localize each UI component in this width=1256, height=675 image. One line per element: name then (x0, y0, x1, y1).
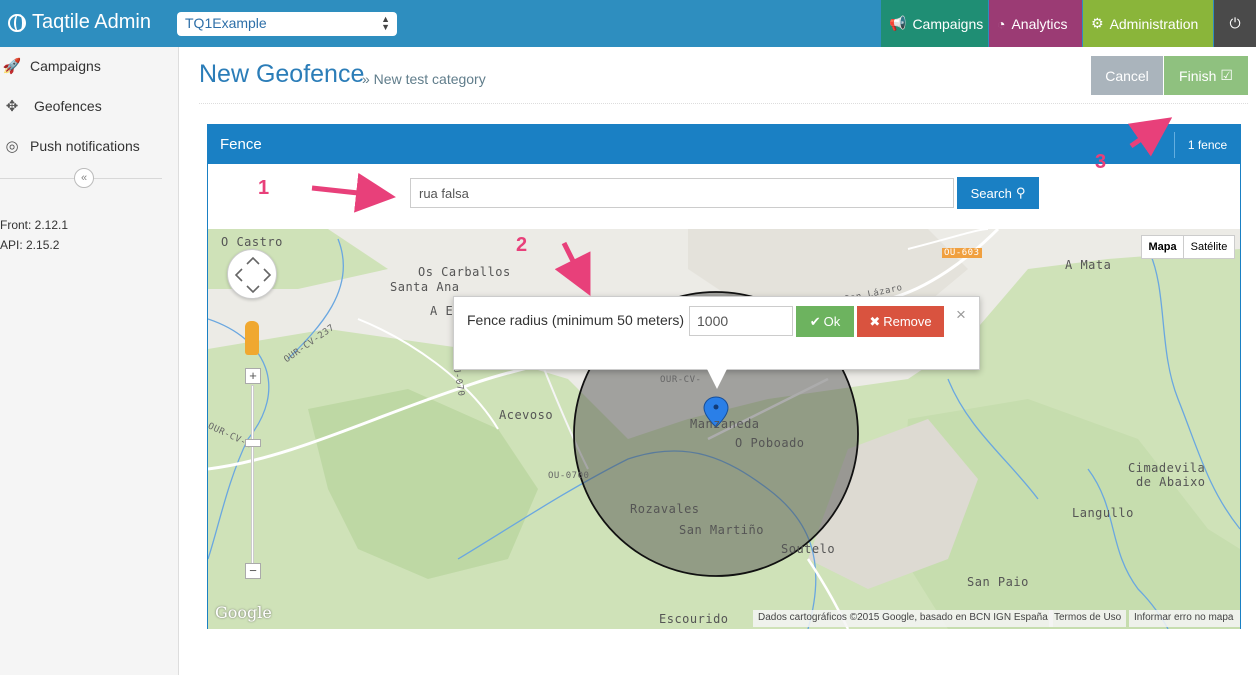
map-type-map-label: Mapa (1148, 241, 1177, 253)
annotation-number: 2 (516, 234, 528, 256)
report-error-link[interactable]: Informar erro no mapa (1129, 610, 1240, 627)
check-square-icon: ☑ (1220, 67, 1233, 83)
target-icon: ◎ (5, 138, 19, 155)
map-label: San Paio (967, 575, 1029, 589)
address-search-input[interactable] (410, 178, 954, 208)
nav-analytics-label: Analytics (1011, 15, 1068, 32)
cancel-label: Cancel (1105, 67, 1149, 84)
road-label: OU-0700 (548, 471, 590, 481)
map[interactable]: O Castro Os Carballos Santa Ana A E Acev… (208, 229, 1240, 629)
map-label: Santa Ana (390, 280, 460, 294)
annotation-number: 1 (258, 177, 270, 199)
search-icon: ⚲ (1015, 185, 1026, 200)
top-navbar: Taqtile Admin TQ1Example ▲ ▼ 📢 Campaigns … (0, 0, 1256, 47)
power-icon: ⏻ (1229, 15, 1241, 31)
collapse-sidebar-button[interactable]: « (74, 168, 94, 188)
front-version: Front: 2.12.1 (0, 218, 69, 232)
fence-radius-label: Fence radius (minimum 50 meters) (467, 312, 685, 328)
map-label: A Mata (1065, 258, 1112, 272)
close-icon[interactable]: × (956, 305, 966, 325)
breadcrumb: » New test category (362, 71, 486, 87)
zoom-handle[interactable] (245, 439, 261, 447)
map-label: Soutelo (781, 542, 836, 556)
google-logo: Google (215, 603, 272, 622)
map-label: A E (430, 304, 454, 318)
map-label: Manzaneda (690, 417, 760, 431)
sidebar: 🚀 Campaigns ✥ Geofences ◎ Push notificat… (0, 47, 179, 675)
nav-campaigns[interactable]: 📢 Campaigns (881, 0, 988, 47)
zoom-out-button[interactable]: − (245, 563, 261, 579)
zoom-slider[interactable] (251, 385, 254, 565)
pan-arrows-icon (234, 256, 272, 294)
nav-administration-label: Administration (1109, 15, 1199, 32)
brand-name: Taqtile Admin (32, 11, 151, 33)
cancel-button[interactable]: Cancel (1091, 56, 1163, 95)
search-label: Search (970, 185, 1012, 201)
page-title: New Geofence (199, 60, 365, 88)
sidebar-item-label: Geofences (34, 98, 102, 114)
map-label: Langullo (1072, 506, 1134, 520)
megaphone-icon: 📢 (889, 15, 907, 31)
select-arrows-icon: ▲ ▼ (381, 14, 390, 32)
popup-tail (707, 369, 727, 389)
nav-campaigns-label: Campaigns (912, 15, 984, 32)
globe-icon (8, 13, 26, 32)
sidebar-item-label: Push notifications (30, 138, 140, 154)
fence-radius-popup: Fence radius (minimum 50 meters) ✔ Ok ✖ … (453, 296, 980, 370)
map-label: O Poboado (735, 436, 805, 450)
panel-title: Fence (220, 136, 262, 153)
nav-analytics[interactable]: ◔ Analytics (989, 0, 1082, 47)
pan-control[interactable] (227, 249, 277, 299)
fence-count: 1 fence (1174, 132, 1240, 158)
road-shield: OU-603 (942, 248, 982, 258)
finish-label: Finish (1179, 67, 1217, 84)
sidebar-item-label: Campaigns (30, 58, 101, 74)
sidebar-item-geofences[interactable]: ✥ Geofences (0, 88, 179, 124)
terms-link[interactable]: Termos de Uso (1049, 610, 1127, 627)
remove-label: Remove (883, 314, 932, 329)
sidebar-item-campaigns[interactable]: 🚀 Campaigns (0, 48, 179, 84)
nav-administration[interactable]: ⚙ Administration (1083, 0, 1213, 47)
dashboard-icon: ◔ (997, 15, 1006, 32)
map-label: Os Carballos (418, 265, 511, 279)
logout-button[interactable]: ⏻ (1214, 0, 1256, 47)
finish-button[interactable]: Finish ☑ (1164, 56, 1248, 95)
gear-icon: ⚙ (1091, 15, 1104, 31)
crosshair-icon: ✥ (5, 98, 19, 115)
map-label: Acevoso (499, 408, 554, 422)
check-icon: ✔ (809, 313, 821, 329)
map-label: Cimadevila (1128, 461, 1206, 475)
road-label: OUR-CV- (660, 375, 702, 385)
ok-button[interactable]: ✔ Ok (796, 306, 854, 337)
zoom-in-button[interactable]: + (245, 368, 261, 384)
fence-radius-input[interactable] (689, 306, 793, 336)
ok-label: Ok (823, 314, 841, 329)
map-label: Rozavales (630, 502, 700, 516)
brand[interactable]: Taqtile Admin (8, 11, 151, 34)
app-select-value: TQ1Example (185, 15, 267, 31)
map-type-satellite-button[interactable]: Satélite (1183, 235, 1235, 259)
header-divider (199, 103, 1248, 104)
map-type-satellite-label: Satélite (1190, 241, 1228, 253)
sidebar-item-push-notifications[interactable]: ◎ Push notifications (0, 128, 179, 164)
map-label: de Abaixo (1136, 475, 1206, 489)
panel-header: Fence 1 fence (208, 125, 1240, 164)
x-icon: ✖ (869, 313, 881, 329)
map-type-map-button[interactable]: Mapa (1141, 235, 1184, 259)
search-button[interactable]: Search ⚲ (957, 177, 1039, 209)
map-label: O Castro (221, 235, 283, 249)
app-select[interactable]: TQ1Example ▲ ▼ (177, 12, 397, 36)
api-version: API: 2.15.2 (0, 238, 60, 252)
map-attribution: Dados cartográficos ©2015 Google, basado… (753, 610, 1053, 627)
remove-button[interactable]: ✖ Remove (857, 306, 944, 337)
annotation-number: 3 (1095, 151, 1107, 173)
street-view-pegman-icon[interactable] (245, 321, 259, 355)
map-label: San Martiño (679, 523, 764, 537)
rocket-icon: 🚀 (2, 58, 22, 75)
map-label: Escourido (659, 612, 729, 626)
